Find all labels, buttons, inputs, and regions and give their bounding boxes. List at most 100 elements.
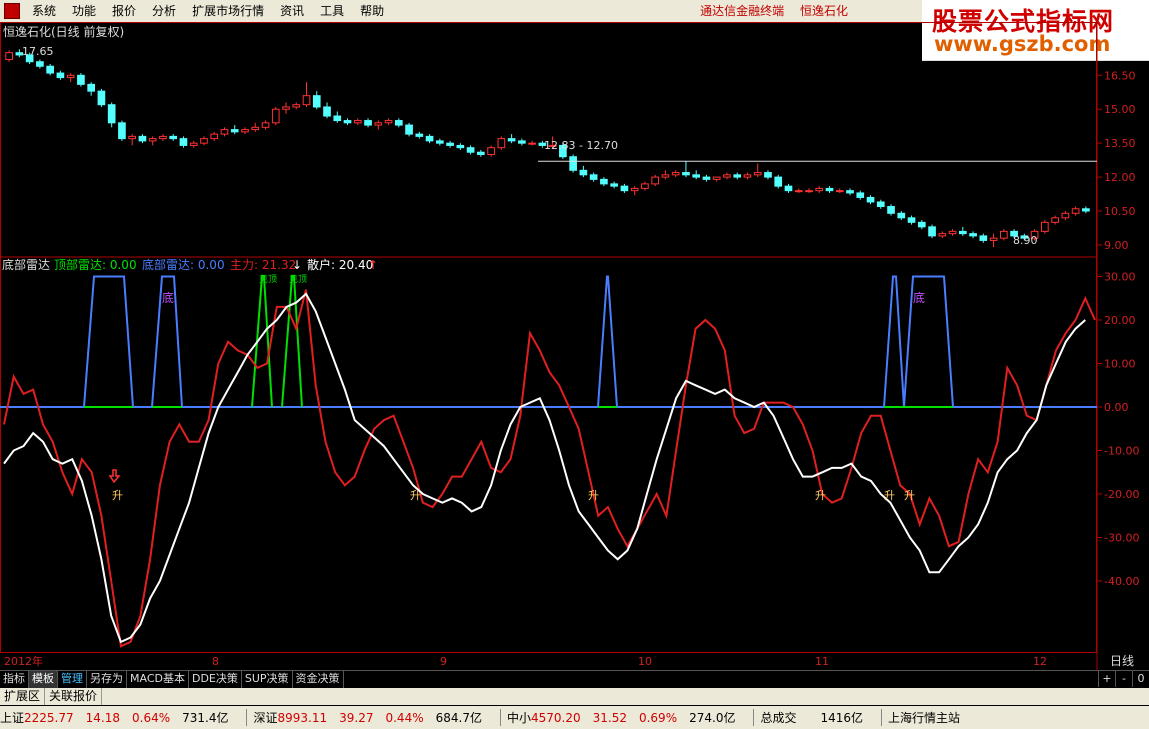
candle-body <box>753 172 762 176</box>
ext-area-button[interactable]: 扩展区 <box>0 688 46 705</box>
candle-body <box>866 196 875 203</box>
menu-item-info[interactable]: 资讯 <box>272 0 312 22</box>
status-site[interactable]: 上海行情主站 <box>888 709 960 726</box>
candle-body <box>518 140 526 144</box>
candle-body <box>805 190 813 193</box>
rise-marker-3: 升 <box>588 489 599 502</box>
menu-item-help[interactable]: 帮助 <box>352 0 392 22</box>
menu-item-system[interactable]: 系统 <box>24 0 64 22</box>
rise-marker-4: 升 <box>815 489 826 502</box>
candle-body <box>682 172 690 176</box>
candle-body <box>671 172 680 176</box>
indicator-tabs: 指标 模板 管理 另存为 MACD基本 DDE决策 SUP决策 资金决策 + -… <box>0 670 1149 688</box>
status-sh[interactable]: 上证2225.77 14.18 0.64% 731.4亿 <box>0 709 228 726</box>
rise-marker-6: 升 <box>904 489 915 502</box>
candle-body <box>292 104 301 108</box>
candle-body <box>77 74 85 85</box>
candle-body <box>302 95 311 106</box>
zoom-reset-button[interactable]: 0 <box>1132 671 1149 687</box>
price-tick-label: 10.50 <box>1104 205 1136 218</box>
candle-body <box>405 124 413 135</box>
candle-body <box>651 176 660 185</box>
zoom-out-button[interactable]: - <box>1115 671 1132 687</box>
candle-body <box>251 126 260 131</box>
extension-bar: 扩展区 关联报价 <box>0 688 1149 705</box>
status-zx[interactable]: 中小4570.20 31.52 0.69% 274.0亿 <box>507 709 735 726</box>
related-quote-button[interactable]: 关联报价 <box>45 688 103 705</box>
rise-arrow-icon <box>108 469 121 484</box>
candle-body <box>1000 230 1008 239</box>
candle-body <box>835 190 844 193</box>
price-tick-label: 13.50 <box>1104 137 1136 150</box>
indicator-name: 底部雷达 <box>2 257 50 272</box>
candle-body <box>179 138 188 146</box>
x-label-nov: 11 <box>815 655 829 668</box>
stock-title: 恒逸石化 <box>799 4 848 18</box>
x-label-dec: 12 <box>1033 655 1047 668</box>
retail-arrow: ↑ <box>368 258 378 272</box>
zoom-in-button[interactable]: + <box>1098 671 1115 687</box>
candle-body <box>979 235 988 241</box>
tab-dde[interactable]: DDE决策 <box>189 671 242 688</box>
candle-body <box>876 201 885 208</box>
candle-body <box>692 174 701 178</box>
candle-body <box>384 120 393 124</box>
menu-item-quote[interactable]: 报价 <box>104 0 144 22</box>
tab-template[interactable]: 模板 <box>29 671 58 688</box>
tab-sup[interactable]: SUP决策 <box>242 671 293 688</box>
chart-area[interactable]: 16.50 15.00 13.50 12.00 10.50 9.00 30.00 20.00 1… <box>0 22 1149 670</box>
price-title: 恒逸石化(日线 前复权) <box>3 24 124 39</box>
candle-body <box>456 144 465 149</box>
candle-body <box>887 206 895 214</box>
candle-body <box>733 174 742 178</box>
candle-body <box>507 138 516 142</box>
tab-save-as[interactable]: 另存为 <box>87 671 127 688</box>
candle-body <box>897 212 906 219</box>
candle-body <box>333 115 342 122</box>
tab-manage[interactable]: 管理 <box>58 671 87 688</box>
menu-item-analysis[interactable]: 分析 <box>144 0 184 22</box>
candle-body <box>118 122 126 140</box>
candle-body <box>600 178 608 185</box>
candle-body <box>415 133 424 137</box>
candle-body <box>477 151 485 155</box>
indicator-chart[interactable] <box>0 275 1097 648</box>
candle-body <box>589 174 598 180</box>
retail-line <box>3 292 1086 644</box>
candle-body <box>610 183 618 187</box>
candle-body <box>846 190 854 194</box>
candle-body <box>620 185 629 192</box>
bottom-marker-2: 底 <box>913 290 925 305</box>
status-total[interactable]: 总成交 1416亿 <box>760 709 863 726</box>
menu-item-function[interactable]: 功能 <box>64 0 104 22</box>
indicator-tick-label: 10.00 <box>1104 358 1136 371</box>
tab-indicator[interactable]: 指标 <box>0 671 29 688</box>
candle-body <box>784 185 793 192</box>
status-sz[interactable]: 深证8993.11 39.27 0.44% 684.7亿 <box>253 709 481 726</box>
tab-fund[interactable]: 资金决策 <box>293 671 344 688</box>
indicator-tick-label: -40.00 <box>1104 575 1139 588</box>
low-label: 8.90 <box>1013 234 1038 247</box>
candle-body <box>774 176 783 187</box>
candle-body <box>938 233 947 237</box>
candle-body <box>1071 208 1080 214</box>
candle-body <box>5 52 13 60</box>
menu-item-ext-market[interactable]: 扩展市场行情 <box>184 0 272 22</box>
candle-body <box>569 156 577 171</box>
top-radar-signal <box>251 275 273 408</box>
indicator-tick-label: 0.00 <box>1104 401 1129 414</box>
top-radar-label: 顶部雷达: 0.00 <box>54 257 137 272</box>
price-tick-label: 15.00 <box>1104 103 1136 116</box>
status-bar: 上证2225.77 14.18 0.64% 731.4亿 深证8993.11 39.27… <box>0 706 1149 729</box>
candle-body <box>66 74 75 79</box>
candle-body <box>56 72 65 79</box>
candle-body <box>825 187 834 192</box>
candle-body <box>466 147 475 153</box>
bottom-radar-signal <box>883 275 905 408</box>
candle-body <box>989 237 998 241</box>
tab-macd[interactable]: MACD基本 <box>127 671 189 688</box>
menu-item-tools[interactable]: 工具 <box>312 0 352 22</box>
rise-marker-1: 升 <box>112 489 123 502</box>
candle-body <box>364 120 372 126</box>
x-label-aug: 8 <box>212 655 219 668</box>
